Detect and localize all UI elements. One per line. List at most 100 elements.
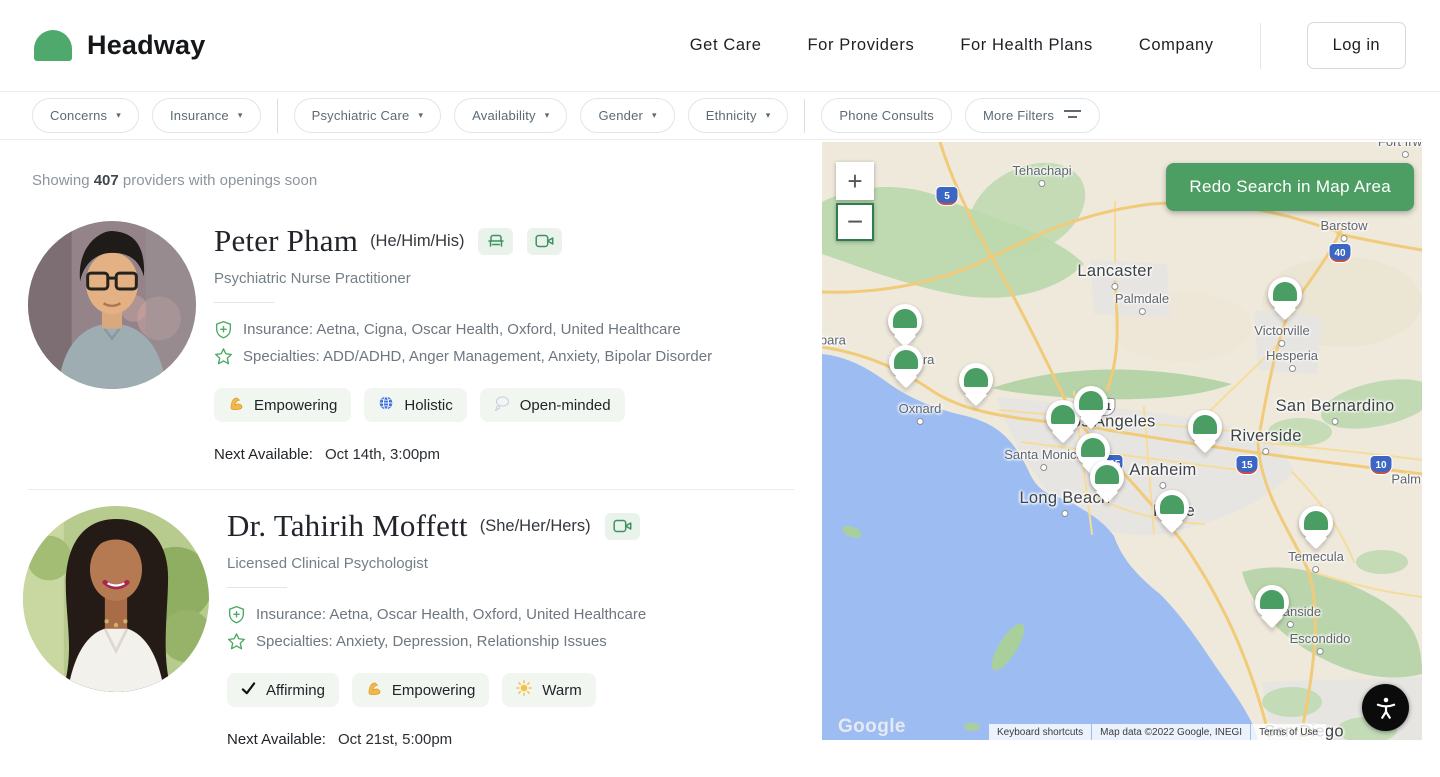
map-city-label: Palm Springs — [1391, 471, 1422, 487]
keyboard-shortcuts-link[interactable]: Keyboard shortcuts — [989, 724, 1092, 740]
terms-of-use-link[interactable]: Terms of Use — [1251, 724, 1326, 740]
chevron-down-icon: ▾ — [237, 110, 243, 120]
interstate-shield-icon: 5 — [935, 186, 959, 206]
provider-title: Licensed Clinical Psychologist — [227, 555, 428, 572]
shield-plus-icon — [228, 605, 245, 624]
provider-name[interactable]: Dr. Tahirih Moffett — [227, 508, 468, 544]
chevron-down-icon: ▾ — [418, 110, 424, 120]
sun-icon — [516, 680, 533, 700]
map-city-label: Victorville — [1254, 323, 1309, 347]
flex-arm-icon — [228, 395, 244, 415]
filter-insurance[interactable]: Insurance ▾ — [151, 98, 261, 133]
provider-map-pin[interactable] — [889, 345, 923, 379]
provider-map-pin[interactable] — [1188, 410, 1222, 444]
redo-search-button[interactable]: Redo Search in Map Area — [1166, 163, 1414, 211]
map-city-label: Oxnard — [899, 401, 942, 425]
provider-map-pin[interactable] — [888, 304, 922, 338]
thought-bubble-icon — [494, 395, 510, 415]
filter-ethnicity[interactable]: Ethnicity ▾ — [687, 98, 789, 133]
map-zoom-controls: + − — [836, 162, 874, 241]
sliders-icon — [1063, 108, 1082, 123]
provider-pronouns: (He/Him/His) — [370, 231, 465, 250]
filter-phone-consults[interactable]: Phone Consults — [821, 98, 952, 133]
provider-map-pin[interactable] — [1255, 585, 1289, 619]
provider-map-pin[interactable] — [959, 363, 993, 397]
provider-avatar[interactable] — [28, 221, 196, 389]
map-city-label: Santa Monica — [1004, 447, 1084, 471]
provider-pronouns: (She/Her/Hers) — [479, 516, 591, 535]
in-person-session-icon — [478, 227, 514, 255]
chevron-down-icon: ▾ — [765, 110, 771, 120]
map-city-label: Temecula — [1288, 549, 1344, 573]
interstate-shield-icon: 10 — [1369, 455, 1393, 475]
header: Headway Get Care For Providers For Healt… — [0, 0, 1440, 92]
map-city-label: Escondido — [1290, 631, 1351, 655]
globe-icon — [378, 395, 394, 415]
provider-map-pin[interactable] — [1074, 386, 1108, 420]
provider-name[interactable]: Peter Pham — [214, 223, 358, 259]
chevron-down-icon: ▾ — [116, 110, 121, 120]
filter-concerns[interactable]: Concerns ▾ — [32, 98, 139, 133]
divider — [227, 587, 287, 588]
results-summary: Showing 407 providers with openings soon — [32, 172, 318, 189]
provider-map-pin[interactable] — [1299, 506, 1333, 540]
badge: Open-minded — [479, 388, 625, 422]
badge: Affirming — [227, 673, 339, 707]
headway-logo[interactable]: Headway — [34, 30, 205, 61]
map-city-label: San Bernardino — [1276, 397, 1395, 425]
chevron-down-icon: ▾ — [544, 110, 550, 120]
provider-map-pin[interactable] — [1268, 277, 1302, 311]
headway-provider-search-page: Headway Get Care For Providers For Healt… — [0, 0, 1440, 777]
flex-arm-icon — [366, 680, 382, 700]
badge: Empowering — [214, 388, 352, 422]
brand-name: Headway — [87, 30, 206, 60]
provider-title: Psychiatric Nurse Practitioner — [214, 270, 411, 287]
provider-avatar[interactable] — [23, 506, 209, 692]
provider-card-content: Peter Pham (He/Him/His) Psychiatric Nurs… — [214, 221, 712, 463]
badge: Warm — [502, 673, 596, 707]
provider-card: Dr. Tahirih Moffett (She/Her/Hers) Licen… — [0, 494, 822, 748]
map-city-label: Riverside — [1230, 427, 1301, 455]
nav-get-care[interactable]: Get Care — [690, 36, 762, 55]
provider-card: Peter Pham (He/Him/His) Psychiatric Nurs… — [0, 209, 822, 463]
video-session-icon — [527, 227, 563, 255]
filter-gender[interactable]: Gender ▾ — [580, 98, 675, 133]
nav-divider — [1259, 22, 1261, 69]
map-data-attribution: Map data ©2022 Google, INEGI — [1092, 724, 1251, 740]
google-map[interactable]: Fort Irwin Tehachapi Barstow LancasterPalmd… — [822, 142, 1422, 740]
insurance-row: Insurance: Aetna, Cigna, Oscar Health, O… — [214, 320, 712, 339]
accessibility-widget-button[interactable] — [1362, 684, 1409, 731]
nav-company[interactable]: Company — [1139, 36, 1214, 55]
shield-plus-icon — [215, 320, 232, 339]
filter-more-filters[interactable]: More Filters — [965, 98, 1101, 133]
provider-results-list: Showing 407 providers with openings soon — [0, 140, 822, 777]
specialties-text: Specialties: Anxiety, Depression, Relati… — [256, 633, 607, 650]
divider — [214, 302, 274, 303]
filter-group-divider — [276, 98, 278, 133]
badge: Empowering — [351, 673, 490, 707]
nav-for-health-plans[interactable]: For Health Plans — [960, 36, 1093, 55]
map-city-label: Santa Barbara — [822, 332, 846, 348]
filter-psychiatric-care[interactable]: Psychiatric Care ▾ — [293, 98, 442, 133]
map-city-label: Lancaster — [1077, 262, 1152, 290]
zoom-in-button[interactable]: + — [836, 162, 874, 200]
provider-card-content: Dr. Tahirih Moffett (She/Her/Hers) Licen… — [227, 506, 646, 748]
next-available: Next Available: Oct 14th, 3:00pm — [214, 446, 441, 463]
provider-map-pin[interactable] — [1155, 490, 1189, 524]
filter-availability[interactable]: Availability ▾ — [454, 98, 568, 133]
star-icon — [228, 633, 245, 650]
map-city-label: Tehachapi — [1012, 163, 1071, 187]
map-city-label: Palmdale — [1115, 291, 1169, 315]
interstate-shield-icon: 15 — [1235, 455, 1259, 475]
specialties-text: Specialties: ADD/ADHD, Anger Management,… — [243, 348, 713, 365]
check-icon — [241, 681, 256, 700]
zoom-out-button[interactable]: − — [836, 203, 874, 241]
accessibility-icon — [1376, 697, 1395, 719]
scroll-gutter — [1422, 92, 1440, 777]
nav-for-providers[interactable]: For Providers — [807, 36, 914, 55]
login-button[interactable]: Log in — [1306, 22, 1406, 69]
provider-map-pin[interactable] — [1090, 460, 1124, 494]
specialties-row: Specialties: ADD/ADHD, Anger Management,… — [214, 347, 712, 366]
personality-badges: Affirming Empowering Warm — [227, 673, 646, 707]
insurance-text: Insurance: Aetna, Oscar Health, Oxford, … — [256, 606, 647, 623]
